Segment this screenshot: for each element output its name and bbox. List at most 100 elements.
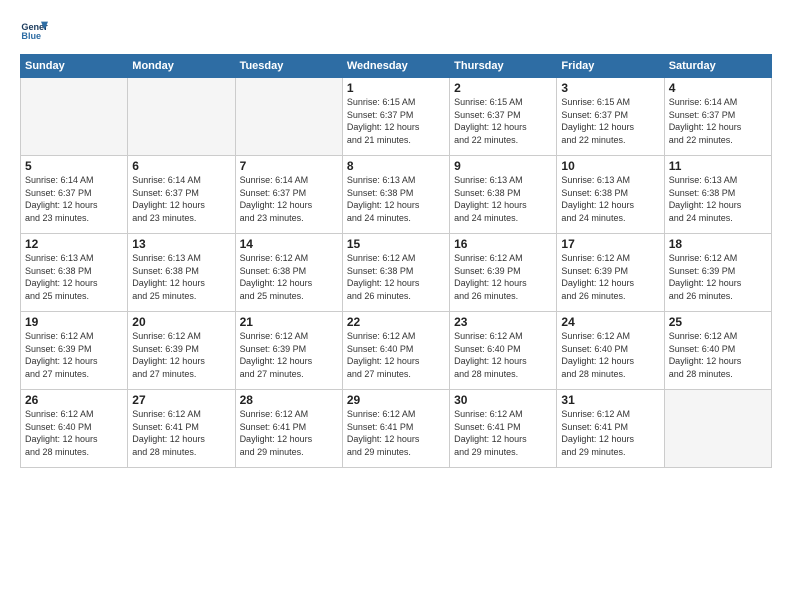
- day-number: 10: [561, 159, 659, 173]
- logo-icon: General Blue: [20, 16, 48, 44]
- days-header-row: SundayMondayTuesdayWednesdayThursdayFrid…: [21, 55, 772, 78]
- day-number: 21: [240, 315, 338, 329]
- calendar-cell: [235, 78, 342, 156]
- calendar-cell: 16Sunrise: 6:12 AM Sunset: 6:39 PM Dayli…: [450, 234, 557, 312]
- calendar-cell: 2Sunrise: 6:15 AM Sunset: 6:37 PM Daylig…: [450, 78, 557, 156]
- cell-info: Sunrise: 6:12 AM Sunset: 6:39 PM Dayligh…: [669, 252, 767, 302]
- calendar-cell: 21Sunrise: 6:12 AM Sunset: 6:39 PM Dayli…: [235, 312, 342, 390]
- day-header-monday: Monday: [128, 55, 235, 78]
- calendar-cell: 9Sunrise: 6:13 AM Sunset: 6:38 PM Daylig…: [450, 156, 557, 234]
- calendar-cell: 13Sunrise: 6:13 AM Sunset: 6:38 PM Dayli…: [128, 234, 235, 312]
- day-number: 5: [25, 159, 123, 173]
- day-number: 23: [454, 315, 552, 329]
- cell-info: Sunrise: 6:12 AM Sunset: 6:41 PM Dayligh…: [561, 408, 659, 458]
- cell-info: Sunrise: 6:12 AM Sunset: 6:38 PM Dayligh…: [240, 252, 338, 302]
- day-header-wednesday: Wednesday: [342, 55, 449, 78]
- cell-info: Sunrise: 6:14 AM Sunset: 6:37 PM Dayligh…: [240, 174, 338, 224]
- calendar-cell: 3Sunrise: 6:15 AM Sunset: 6:37 PM Daylig…: [557, 78, 664, 156]
- day-number: 7: [240, 159, 338, 173]
- day-number: 3: [561, 81, 659, 95]
- page-header: General Blue: [20, 16, 772, 44]
- calendar-cell: 1Sunrise: 6:15 AM Sunset: 6:37 PM Daylig…: [342, 78, 449, 156]
- calendar-cell: 29Sunrise: 6:12 AM Sunset: 6:41 PM Dayli…: [342, 390, 449, 468]
- calendar-cell: [21, 78, 128, 156]
- day-number: 19: [25, 315, 123, 329]
- day-number: 29: [347, 393, 445, 407]
- day-number: 27: [132, 393, 230, 407]
- day-header-saturday: Saturday: [664, 55, 771, 78]
- day-number: 26: [25, 393, 123, 407]
- day-number: 15: [347, 237, 445, 251]
- cell-info: Sunrise: 6:14 AM Sunset: 6:37 PM Dayligh…: [132, 174, 230, 224]
- calendar-cell: 20Sunrise: 6:12 AM Sunset: 6:39 PM Dayli…: [128, 312, 235, 390]
- calendar-cell: 24Sunrise: 6:12 AM Sunset: 6:40 PM Dayli…: [557, 312, 664, 390]
- cell-info: Sunrise: 6:13 AM Sunset: 6:38 PM Dayligh…: [561, 174, 659, 224]
- calendar-cell: 15Sunrise: 6:12 AM Sunset: 6:38 PM Dayli…: [342, 234, 449, 312]
- cell-info: Sunrise: 6:12 AM Sunset: 6:40 PM Dayligh…: [454, 330, 552, 380]
- cell-info: Sunrise: 6:13 AM Sunset: 6:38 PM Dayligh…: [132, 252, 230, 302]
- cell-info: Sunrise: 6:12 AM Sunset: 6:38 PM Dayligh…: [347, 252, 445, 302]
- calendar-cell: [664, 390, 771, 468]
- calendar-cell: 4Sunrise: 6:14 AM Sunset: 6:37 PM Daylig…: [664, 78, 771, 156]
- day-number: 24: [561, 315, 659, 329]
- day-number: 11: [669, 159, 767, 173]
- day-number: 13: [132, 237, 230, 251]
- calendar-cell: 30Sunrise: 6:12 AM Sunset: 6:41 PM Dayli…: [450, 390, 557, 468]
- calendar-cell: 26Sunrise: 6:12 AM Sunset: 6:40 PM Dayli…: [21, 390, 128, 468]
- day-number: 30: [454, 393, 552, 407]
- cell-info: Sunrise: 6:12 AM Sunset: 6:39 PM Dayligh…: [240, 330, 338, 380]
- day-number: 8: [347, 159, 445, 173]
- day-number: 2: [454, 81, 552, 95]
- cell-info: Sunrise: 6:14 AM Sunset: 6:37 PM Dayligh…: [25, 174, 123, 224]
- day-header-tuesday: Tuesday: [235, 55, 342, 78]
- calendar-cell: 11Sunrise: 6:13 AM Sunset: 6:38 PM Dayli…: [664, 156, 771, 234]
- cell-info: Sunrise: 6:12 AM Sunset: 6:40 PM Dayligh…: [561, 330, 659, 380]
- week-row-1: 1Sunrise: 6:15 AM Sunset: 6:37 PM Daylig…: [21, 78, 772, 156]
- cell-info: Sunrise: 6:15 AM Sunset: 6:37 PM Dayligh…: [347, 96, 445, 146]
- cell-info: Sunrise: 6:14 AM Sunset: 6:37 PM Dayligh…: [669, 96, 767, 146]
- calendar-cell: 27Sunrise: 6:12 AM Sunset: 6:41 PM Dayli…: [128, 390, 235, 468]
- calendar-cell: 19Sunrise: 6:12 AM Sunset: 6:39 PM Dayli…: [21, 312, 128, 390]
- calendar-cell: 28Sunrise: 6:12 AM Sunset: 6:41 PM Dayli…: [235, 390, 342, 468]
- cell-info: Sunrise: 6:12 AM Sunset: 6:40 PM Dayligh…: [25, 408, 123, 458]
- calendar-cell: 12Sunrise: 6:13 AM Sunset: 6:38 PM Dayli…: [21, 234, 128, 312]
- calendar-cell: 18Sunrise: 6:12 AM Sunset: 6:39 PM Dayli…: [664, 234, 771, 312]
- calendar-cell: 8Sunrise: 6:13 AM Sunset: 6:38 PM Daylig…: [342, 156, 449, 234]
- cell-info: Sunrise: 6:12 AM Sunset: 6:39 PM Dayligh…: [132, 330, 230, 380]
- calendar-cell: 7Sunrise: 6:14 AM Sunset: 6:37 PM Daylig…: [235, 156, 342, 234]
- day-number: 17: [561, 237, 659, 251]
- cell-info: Sunrise: 6:12 AM Sunset: 6:41 PM Dayligh…: [240, 408, 338, 458]
- day-number: 22: [347, 315, 445, 329]
- calendar-cell: 31Sunrise: 6:12 AM Sunset: 6:41 PM Dayli…: [557, 390, 664, 468]
- cell-info: Sunrise: 6:13 AM Sunset: 6:38 PM Dayligh…: [669, 174, 767, 224]
- cell-info: Sunrise: 6:12 AM Sunset: 6:41 PM Dayligh…: [454, 408, 552, 458]
- calendar-cell: 23Sunrise: 6:12 AM Sunset: 6:40 PM Dayli…: [450, 312, 557, 390]
- cell-info: Sunrise: 6:12 AM Sunset: 6:41 PM Dayligh…: [347, 408, 445, 458]
- cell-info: Sunrise: 6:15 AM Sunset: 6:37 PM Dayligh…: [454, 96, 552, 146]
- cell-info: Sunrise: 6:12 AM Sunset: 6:39 PM Dayligh…: [25, 330, 123, 380]
- calendar-table: SundayMondayTuesdayWednesdayThursdayFrid…: [20, 54, 772, 468]
- calendar-cell: 10Sunrise: 6:13 AM Sunset: 6:38 PM Dayli…: [557, 156, 664, 234]
- day-number: 1: [347, 81, 445, 95]
- calendar-cell: 6Sunrise: 6:14 AM Sunset: 6:37 PM Daylig…: [128, 156, 235, 234]
- day-number: 14: [240, 237, 338, 251]
- day-header-friday: Friday: [557, 55, 664, 78]
- week-row-2: 5Sunrise: 6:14 AM Sunset: 6:37 PM Daylig…: [21, 156, 772, 234]
- week-row-3: 12Sunrise: 6:13 AM Sunset: 6:38 PM Dayli…: [21, 234, 772, 312]
- cell-info: Sunrise: 6:13 AM Sunset: 6:38 PM Dayligh…: [25, 252, 123, 302]
- calendar-cell: 14Sunrise: 6:12 AM Sunset: 6:38 PM Dayli…: [235, 234, 342, 312]
- calendar-cell: 25Sunrise: 6:12 AM Sunset: 6:40 PM Dayli…: [664, 312, 771, 390]
- svg-text:Blue: Blue: [21, 31, 41, 41]
- cell-info: Sunrise: 6:12 AM Sunset: 6:41 PM Dayligh…: [132, 408, 230, 458]
- cell-info: Sunrise: 6:12 AM Sunset: 6:39 PM Dayligh…: [561, 252, 659, 302]
- cell-info: Sunrise: 6:13 AM Sunset: 6:38 PM Dayligh…: [454, 174, 552, 224]
- day-number: 6: [132, 159, 230, 173]
- calendar-cell: [128, 78, 235, 156]
- cell-info: Sunrise: 6:13 AM Sunset: 6:38 PM Dayligh…: [347, 174, 445, 224]
- calendar-cell: 22Sunrise: 6:12 AM Sunset: 6:40 PM Dayli…: [342, 312, 449, 390]
- day-header-thursday: Thursday: [450, 55, 557, 78]
- day-number: 16: [454, 237, 552, 251]
- day-number: 12: [25, 237, 123, 251]
- day-number: 25: [669, 315, 767, 329]
- cell-info: Sunrise: 6:15 AM Sunset: 6:37 PM Dayligh…: [561, 96, 659, 146]
